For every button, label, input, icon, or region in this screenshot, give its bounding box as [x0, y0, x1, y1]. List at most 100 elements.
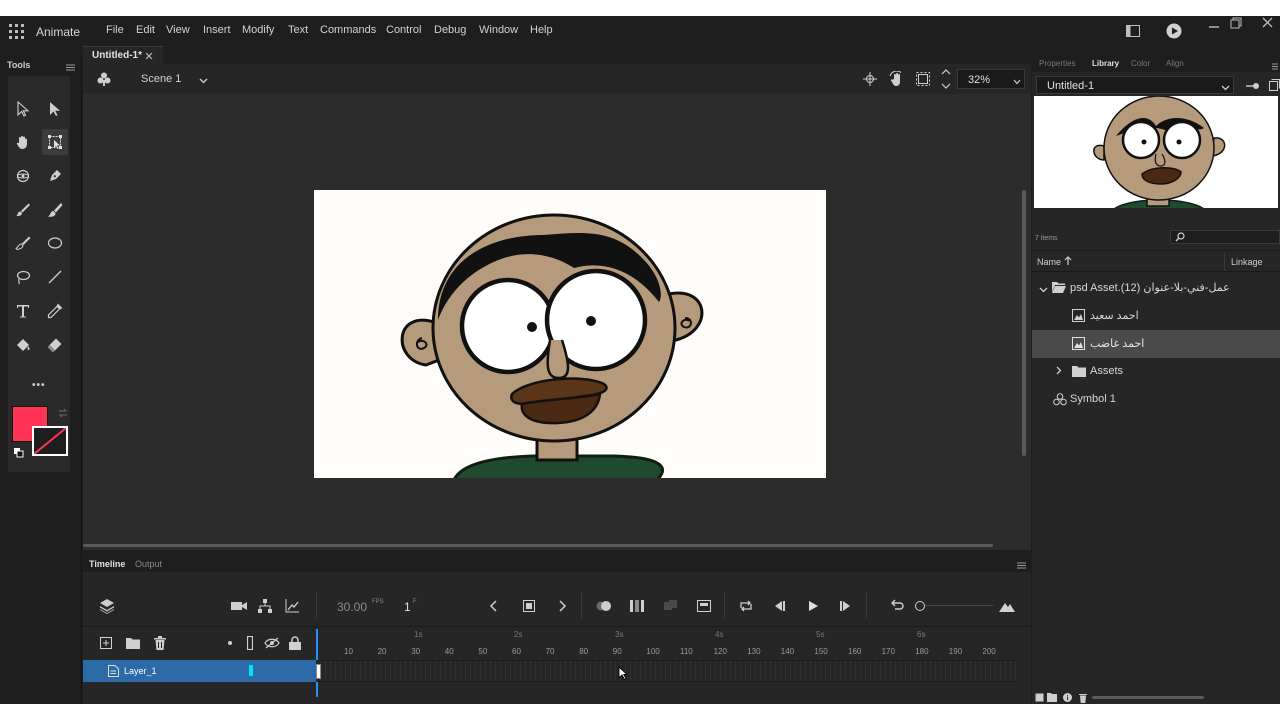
- insert-keyframe-icon[interactable]: [523, 600, 535, 615]
- clip-content-icon[interactable]: [916, 72, 930, 89]
- tab-properties[interactable]: Properties: [1039, 59, 1075, 68]
- pen-tool-icon[interactable]: [42, 163, 68, 189]
- new-symbol-icon[interactable]: [1035, 693, 1044, 704]
- workspace-icon[interactable]: [1126, 25, 1140, 40]
- menu-help[interactable]: Help: [530, 24, 553, 36]
- minimize-icon[interactable]: [1208, 20, 1220, 33]
- library-document-select[interactable]: Untitled-1: [1036, 76, 1234, 94]
- hide-layers-eye-icon[interactable]: [264, 637, 280, 652]
- previous-keyframe-icon[interactable]: [489, 600, 499, 615]
- highlight-layers-icon[interactable]: [228, 641, 232, 645]
- library-item-bitmap[interactable]: احمد سعيد: [1032, 302, 1280, 330]
- expand-chevron-right-icon[interactable]: [1056, 366, 1062, 378]
- play-icon[interactable]: [807, 600, 819, 615]
- app-grid-icon[interactable]: [9, 24, 24, 42]
- library-item-folder[interactable]: psd Asset.(عمل-فني-بلا-عنوان (12: [1032, 274, 1280, 302]
- menu-file[interactable]: File: [106, 24, 124, 36]
- library-item-folder[interactable]: Assets: [1032, 358, 1280, 386]
- timeline-scale-slider-thumb[interactable]: [915, 601, 925, 611]
- horizontal-scrollbar[interactable]: [83, 544, 993, 547]
- free-transform-tool-icon[interactable]: [42, 129, 68, 155]
- vertical-scrollbar[interactable]: [1022, 190, 1026, 456]
- center-stage-icon[interactable]: [941, 68, 951, 93]
- expand-chevron-down-icon[interactable]: [1039, 284, 1048, 296]
- line-tool-icon[interactable]: [42, 264, 68, 290]
- scale-up-mountains-icon[interactable]: [999, 600, 1015, 615]
- fps-value[interactable]: 30.00: [337, 600, 367, 614]
- layer-color-indicator[interactable]: [249, 665, 253, 676]
- subselection-tool-icon[interactable]: [42, 96, 68, 122]
- layer-parenting-icon[interactable]: [258, 599, 272, 616]
- eraser-tool-icon[interactable]: [42, 332, 68, 358]
- column-linkage[interactable]: Linkage: [1231, 257, 1263, 267]
- library-document-chevron-icon[interactable]: [1221, 82, 1230, 94]
- onion-skin-icon[interactable]: [596, 600, 612, 615]
- menu-view[interactable]: View: [166, 24, 190, 36]
- center-frame-icon[interactable]: [697, 600, 711, 615]
- zoom-field[interactable]: 32%: [957, 69, 1025, 89]
- properties-info-icon[interactable]: [1063, 693, 1072, 704]
- menu-edit[interactable]: Edit: [136, 24, 155, 36]
- tab-align[interactable]: Align: [1166, 59, 1184, 68]
- timeline-scale-slider-track[interactable]: [923, 605, 993, 606]
- oval-tool-icon[interactable]: [42, 230, 68, 256]
- test-movie-play-icon[interactable]: [1166, 23, 1182, 42]
- library-search-input[interactable]: [1170, 230, 1280, 244]
- current-frame-value[interactable]: 1: [404, 600, 411, 614]
- hand-tool-icon[interactable]: [10, 129, 36, 155]
- edit-scene-icon[interactable]: [96, 71, 112, 90]
- menu-commands[interactable]: Commands: [320, 24, 376, 36]
- document-tab[interactable]: Untitled-1*: [83, 46, 163, 64]
- scene-selector[interactable]: Scene 1: [141, 73, 181, 85]
- close-window-icon[interactable]: [1262, 17, 1273, 31]
- lasso-tool-icon[interactable]: [10, 264, 36, 290]
- new-library-panel-icon[interactable]: [1269, 79, 1280, 94]
- edit-multiple-frames-icon[interactable]: [630, 600, 644, 615]
- selection-tool-icon[interactable]: [10, 96, 36, 122]
- layer-frames-track[interactable]: [316, 660, 1018, 682]
- new-layer-icon[interactable]: [100, 637, 112, 652]
- timeline-panel-menu-icon[interactable]: [1017, 560, 1026, 572]
- menu-control[interactable]: Control: [386, 24, 421, 36]
- tab-timeline[interactable]: Timeline: [89, 559, 125, 569]
- default-colors-icon[interactable]: [14, 448, 24, 461]
- menu-insert[interactable]: Insert: [203, 24, 231, 36]
- library-panel-menu-icon[interactable]: [1272, 61, 1278, 73]
- classic-brush-tool-icon[interactable]: [42, 197, 68, 223]
- lock-layers-icon[interactable]: [289, 636, 301, 653]
- zoom-chevron-down-icon[interactable]: [1013, 76, 1021, 88]
- menu-window[interactable]: Window: [479, 24, 518, 36]
- snap-to-grid-icon[interactable]: [863, 72, 877, 89]
- library-item-symbol[interactable]: Symbol 1: [1032, 386, 1280, 414]
- frame-ruler[interactable]: 1s 2s 3s 4s 5s 6s 10 20 30 40 50 60 70 80 90 100 1…: [316, 626, 1031, 697]
- scene-chevron-down-icon[interactable]: [199, 75, 208, 87]
- stage-canvas[interactable]: [314, 190, 826, 478]
- undo-scale-icon[interactable]: [890, 599, 904, 616]
- fluid-brush-tool-icon[interactable]: [10, 230, 36, 256]
- menu-debug[interactable]: Debug: [434, 24, 466, 36]
- new-folder-small-icon[interactable]: [1047, 693, 1057, 704]
- eyedropper-tool-icon[interactable]: [42, 298, 68, 324]
- outline-layers-icon[interactable]: [246, 635, 254, 653]
- more-tools-button[interactable]: •••: [32, 380, 46, 391]
- delete-item-icon[interactable]: [1079, 693, 1087, 704]
- text-tool-icon[interactable]: [10, 298, 36, 324]
- tab-library[interactable]: Library: [1092, 59, 1119, 68]
- menu-text[interactable]: Text: [288, 24, 308, 36]
- next-keyframe-icon[interactable]: [557, 600, 567, 615]
- 3d-rotation-tool-icon[interactable]: [10, 163, 36, 189]
- graph-view-icon[interactable]: [285, 599, 299, 616]
- camera-icon[interactable]: [231, 600, 247, 615]
- loop-playback-icon[interactable]: [739, 600, 753, 615]
- layers-icon[interactable]: [99, 598, 115, 617]
- layer-row[interactable]: Layer_1: [83, 660, 316, 682]
- swap-colors-icon[interactable]: [58, 408, 68, 421]
- library-item-bitmap-selected[interactable]: احمد غاضب: [1032, 330, 1280, 358]
- close-tab-icon[interactable]: [145, 51, 153, 63]
- pin-library-icon[interactable]: [1246, 81, 1260, 93]
- step-back-icon[interactable]: [773, 600, 785, 615]
- library-scrollbar[interactable]: [1092, 696, 1204, 699]
- cartoon-character[interactable]: [314, 190, 826, 478]
- paint-brush-tool-icon[interactable]: [10, 197, 36, 223]
- rotate-stage-icon[interactable]: [889, 70, 905, 90]
